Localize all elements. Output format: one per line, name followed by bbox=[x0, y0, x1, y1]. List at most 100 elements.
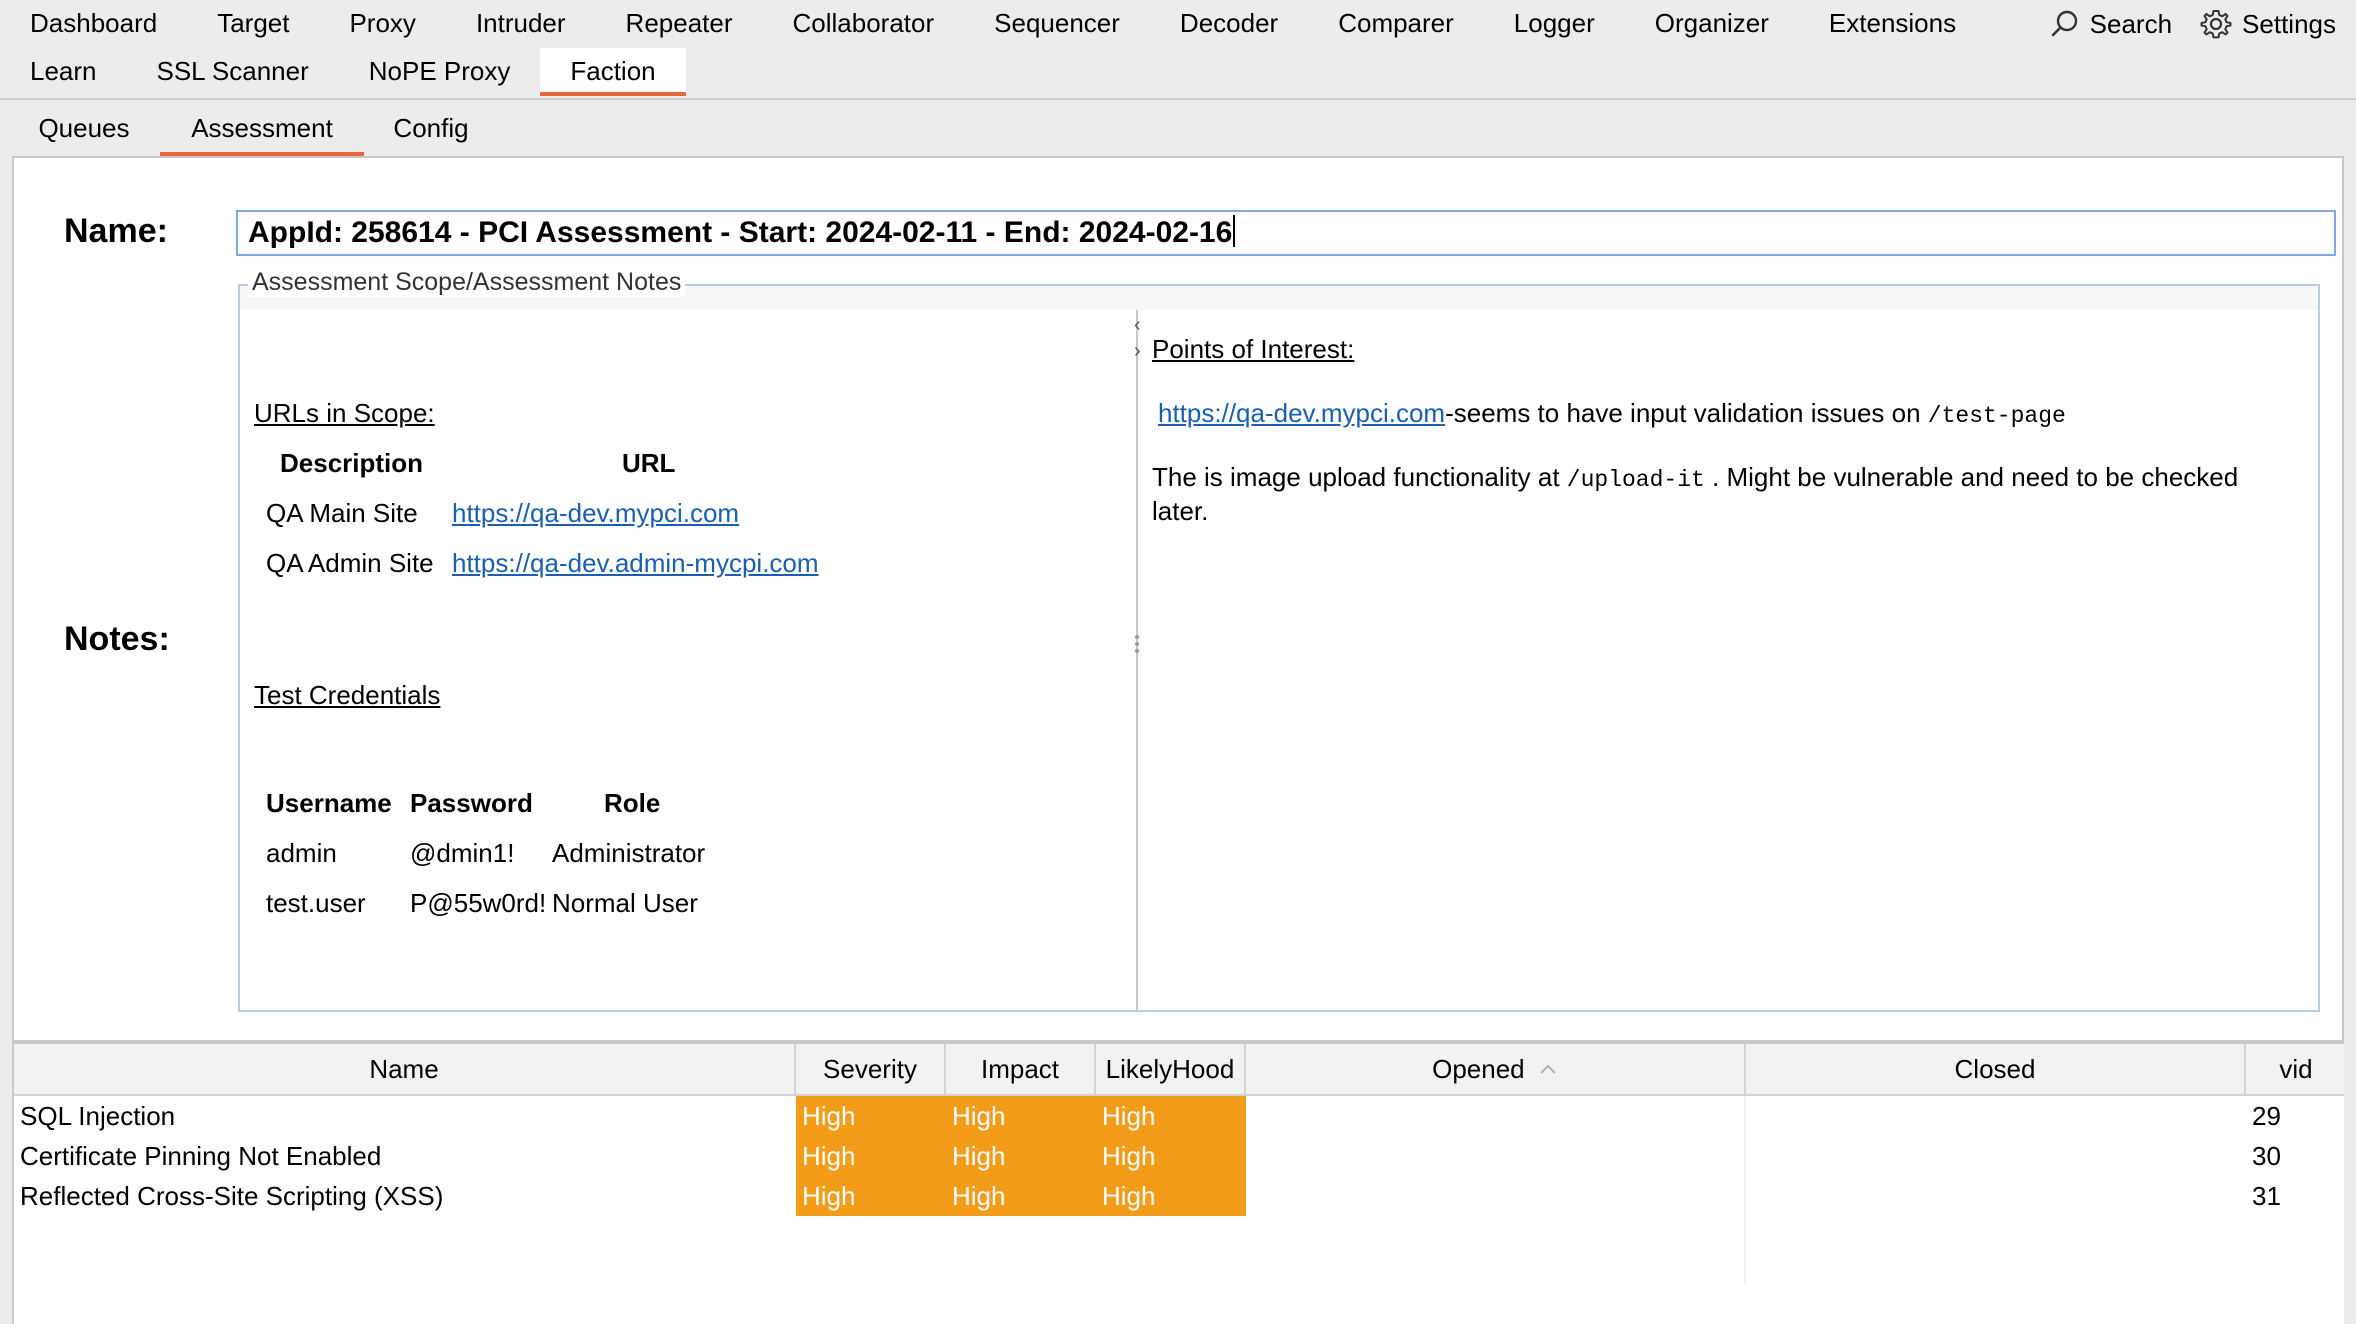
menu-intruder[interactable]: Intruder bbox=[446, 0, 596, 48]
cell-vid: 30 bbox=[2252, 1141, 2281, 1171]
tab-assessment[interactable]: Assessment bbox=[160, 100, 364, 156]
menu-dashboard[interactable]: Dashboard bbox=[0, 0, 187, 48]
notes-legend: Assessment Scope/Assessment Notes bbox=[248, 268, 686, 297]
notes-right-pane[interactable]: Points of Interest: https://qa-dev.mypci… bbox=[1142, 310, 2318, 1010]
menu-extensions[interactable]: Extensions bbox=[1799, 0, 1986, 48]
cred-username: test.user bbox=[266, 888, 366, 918]
creds-header-username: Username bbox=[266, 788, 392, 818]
search-label: Search bbox=[2089, 8, 2173, 39]
column-header-severity[interactable]: Severity bbox=[796, 1044, 946, 1094]
menu-decoder[interactable]: Decoder bbox=[1150, 0, 1308, 48]
table-row[interactable]: Reflected Cross-Site Scripting (XSS) Hig… bbox=[14, 1176, 2344, 1216]
menu-organizer[interactable]: Organizer bbox=[1625, 0, 1799, 48]
column-header-name[interactable]: Name bbox=[14, 1044, 796, 1094]
cell-severity: High bbox=[796, 1096, 946, 1136]
assessment-panel: Name: AppId: 258614 - PCI Assessment - S… bbox=[12, 156, 2344, 1042]
menu-nope-proxy[interactable]: NoPE Proxy bbox=[339, 48, 541, 96]
cell-impact: High bbox=[946, 1136, 1096, 1176]
menu-tools: Search Settings bbox=[2050, 0, 2336, 48]
poi-text: The is image upload functionality at bbox=[1152, 462, 1567, 492]
poi-line-3: later. bbox=[1152, 496, 1209, 526]
column-header-closed[interactable]: Closed bbox=[1746, 1044, 2246, 1094]
creds-header-role: Role bbox=[604, 788, 661, 818]
notes-left-pane[interactable]: URLs in Scope: Description URL QA Main S… bbox=[240, 310, 1136, 1010]
menu-row-2: Learn SSL Scanner NoPE Proxy Faction bbox=[0, 48, 686, 96]
cred-password: P@55w0rd! bbox=[410, 888, 547, 918]
search-icon bbox=[2051, 10, 2077, 37]
cell-closed bbox=[1746, 1136, 2246, 1176]
cred-username: admin bbox=[266, 838, 337, 868]
menu-proxy[interactable]: Proxy bbox=[319, 0, 445, 48]
menu-ssl-scanner[interactable]: SSL Scanner bbox=[127, 48, 339, 96]
cell-closed bbox=[1746, 1176, 2246, 1216]
menu-logger[interactable]: Logger bbox=[1484, 0, 1625, 48]
faction-subtabs: Queues Assessment Config bbox=[0, 100, 2356, 156]
cell-name: Reflected Cross-Site Scripting (XSS) bbox=[20, 1181, 444, 1211]
settings-label: Settings bbox=[2242, 8, 2336, 39]
cell-vid: 31 bbox=[2252, 1181, 2281, 1211]
cell-severity: High bbox=[796, 1176, 946, 1216]
table-header: Name Severity Impact LikelyHood Opened C… bbox=[14, 1044, 2344, 1096]
cell-opened bbox=[1246, 1096, 1746, 1136]
cred-role: Normal User bbox=[552, 888, 698, 918]
cred-role: Administrator bbox=[552, 838, 706, 868]
assessment-name-input[interactable]: AppId: 258614 - PCI Assessment - Start: … bbox=[236, 210, 2336, 256]
column-header-vid[interactable]: vid bbox=[2246, 1044, 2346, 1094]
settings-button[interactable]: Settings bbox=[2200, 8, 2336, 40]
credentials-heading: Test Credentials bbox=[254, 680, 441, 710]
column-header-impact[interactable]: Impact bbox=[946, 1044, 1096, 1094]
cell-vid: 29 bbox=[2252, 1101, 2281, 1131]
menu-target[interactable]: Target bbox=[187, 0, 319, 48]
poi-code: /test-page bbox=[1927, 403, 2066, 429]
gear-icon bbox=[2200, 10, 2232, 39]
cell-opened bbox=[1246, 1136, 1746, 1176]
menu-row-1: Dashboard Target Proxy Intruder Repeater… bbox=[0, 0, 1986, 48]
cell-name: SQL Injection bbox=[20, 1101, 176, 1131]
urls-header-url: URL bbox=[622, 448, 676, 478]
menu-collaborator[interactable]: Collaborator bbox=[763, 0, 965, 48]
cell-impact: High bbox=[946, 1176, 1096, 1216]
column-header-likelyhood[interactable]: LikelyHood bbox=[1096, 1044, 1246, 1094]
cell-likelyhood: High bbox=[1096, 1096, 1246, 1136]
menu-repeater[interactable]: Repeater bbox=[596, 0, 763, 48]
cell-name: Certificate Pinning Not Enabled bbox=[20, 1141, 382, 1171]
table-row[interactable]: SQL Injection High High High 29 bbox=[14, 1096, 2344, 1136]
url-description: QA Admin Site bbox=[266, 548, 434, 578]
url-link[interactable]: https://qa-dev.mypci.com bbox=[452, 498, 739, 529]
cell-severity: High bbox=[796, 1136, 946, 1176]
notes-editor[interactable]: Assessment Scope/Assessment Notes URLs i… bbox=[238, 268, 2320, 1012]
poi-line-1: https://qa-dev.mypci.com-seems to have i… bbox=[1158, 398, 2066, 429]
search-button[interactable]: Search bbox=[2050, 9, 2172, 40]
menu-faction[interactable]: Faction bbox=[540, 48, 686, 96]
creds-header-password: Password bbox=[410, 788, 533, 818]
drag-handle-icon[interactable] bbox=[1135, 632, 1141, 656]
name-label: Name: bbox=[64, 212, 168, 250]
poi-code: /upload-it bbox=[1566, 467, 1705, 493]
url-link[interactable]: https://qa-dev.admin-mycpi.com bbox=[452, 548, 819, 579]
table-row[interactable]: Certificate Pinning Not Enabled High Hig… bbox=[14, 1136, 2344, 1176]
menu-learn[interactable]: Learn bbox=[0, 48, 127, 96]
cell-opened bbox=[1246, 1176, 1746, 1216]
menu-comparer[interactable]: Comparer bbox=[1308, 0, 1484, 48]
poi-line-2: The is image upload functionality at /up… bbox=[1152, 462, 2238, 493]
text-caret bbox=[1233, 215, 1236, 247]
tab-queues[interactable]: Queues bbox=[22, 100, 146, 154]
url-description: QA Main Site bbox=[266, 498, 418, 528]
notes-label: Notes: bbox=[64, 620, 170, 658]
urls-header-description: Description bbox=[280, 448, 424, 478]
cell-closed bbox=[1746, 1096, 2246, 1136]
poi-text: -seems to have input validation issues o… bbox=[1445, 398, 1928, 428]
poi-text: . Might be vulnerable and need to be che… bbox=[1704, 462, 2239, 492]
tab-config[interactable]: Config bbox=[376, 100, 486, 154]
poi-link[interactable]: https://qa-dev.mypci.com bbox=[1158, 398, 1445, 428]
assessment-name-value: AppId: 258614 - PCI Assessment - Start: … bbox=[248, 216, 1233, 249]
vulnerability-table: Name Severity Impact LikelyHood Opened C… bbox=[12, 1042, 2344, 1324]
cred-password: @dmin1! bbox=[410, 838, 515, 868]
collapse-arrows-icon[interactable]: ‹ › bbox=[1134, 312, 1141, 364]
cell-likelyhood: High bbox=[1096, 1176, 1246, 1216]
column-header-opened[interactable]: Opened bbox=[1246, 1044, 1746, 1094]
points-of-interest-heading: Points of Interest: bbox=[1152, 334, 1355, 364]
opened-label: Opened bbox=[1432, 1054, 1525, 1084]
cell-impact: High bbox=[946, 1096, 1096, 1136]
menu-sequencer[interactable]: Sequencer bbox=[964, 0, 1150, 48]
